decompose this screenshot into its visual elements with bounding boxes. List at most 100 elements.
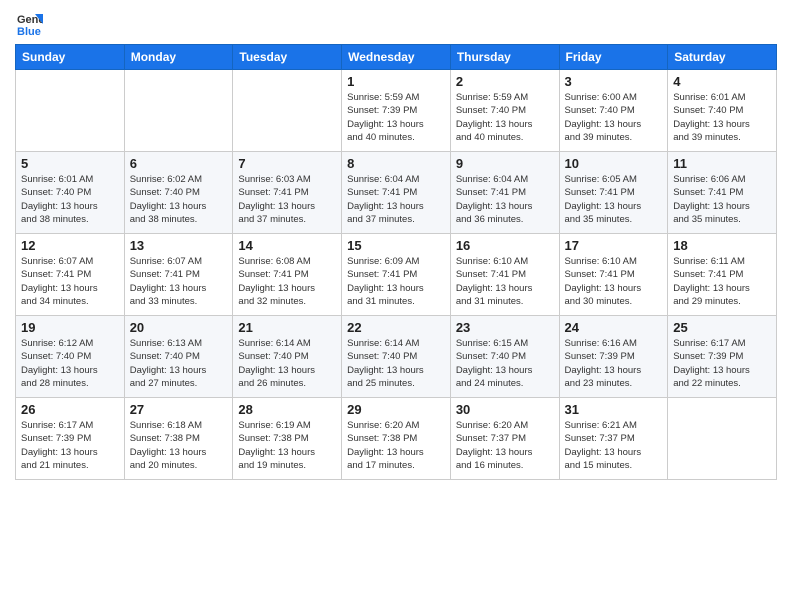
calendar-cell: 26 Sunrise: 6:17 AM Sunset: 7:39 PM Dayli… [16,398,125,480]
day-number: 29 [347,402,445,417]
day-number: 13 [130,238,228,253]
calendar-cell: 5Sunrise: 6:01 AM Sunset: 7:40 PM Daylig… [16,152,125,234]
day-info: Sunrise: 6:16 AM Sunset: 7:39 PM Dayligh… [565,337,663,390]
day-number: 24 [565,320,663,335]
day-number: 20 [130,320,228,335]
day-info: Sunrise: 6:08 AM Sunset: 7:41 PM Dayligh… [238,255,336,308]
weekday-header-thursday: Thursday [450,45,559,70]
day-number: 8 [347,156,445,171]
day-info: Sunrise: 6:06 AM Sunset: 7:41 PM Dayligh… [673,173,771,226]
day-number: 1 [347,74,445,89]
day-number: 11 [673,156,771,171]
calendar-cell [233,70,342,152]
week-row-1: 1 Sunrise: 5:59 AM Sunset: 7:39 PM Daylig… [16,70,777,152]
day-number: 16 [456,238,554,253]
day-number: 28 [238,402,336,417]
day-info: Sunrise: 6:19 AM Sunset: 7:38 PM Dayligh… [238,419,336,472]
day-info: Sunrise: 6:00 AM Sunset: 7:40 PM Dayligh… [565,91,663,144]
day-info: Sunrise: 6:21 AM Sunset: 7:37 PM Dayligh… [565,419,663,472]
week-row-2: 5Sunrise: 6:01 AM Sunset: 7:40 PM Daylig… [16,152,777,234]
logo-icon: General Blue [15,10,43,38]
day-number: 23 [456,320,554,335]
calendar-cell: 1 Sunrise: 5:59 AM Sunset: 7:39 PM Daylig… [342,70,451,152]
calendar-cell: 13 Sunrise: 6:07 AM Sunset: 7:41 PM Dayli… [124,234,233,316]
logo: General Blue [15,10,45,38]
day-info: Sunrise: 6:09 AM Sunset: 7:41 PM Dayligh… [347,255,445,308]
day-number: 26 [21,402,119,417]
calendar-cell: 23 Sunrise: 6:15 AM Sunset: 7:40 PM Dayli… [450,316,559,398]
day-info: Sunrise: 6:20 AM Sunset: 7:38 PM Dayligh… [347,419,445,472]
day-info: Sunrise: 6:01 AM Sunset: 7:40 PM Dayligh… [21,173,119,226]
calendar-cell: 28 Sunrise: 6:19 AM Sunset: 7:38 PM Dayli… [233,398,342,480]
day-number: 15 [347,238,445,253]
calendar-cell: 27Sunrise: 6:18 AM Sunset: 7:38 PM Dayli… [124,398,233,480]
day-number: 21 [238,320,336,335]
weekday-header-saturday: Saturday [668,45,777,70]
day-info: Sunrise: 6:07 AM Sunset: 7:41 PM Dayligh… [130,255,228,308]
calendar-cell: 4 Sunrise: 6:01 AM Sunset: 7:40 PM Daylig… [668,70,777,152]
weekday-header-row: SundayMondayTuesdayWednesdayThursdayFrid… [16,45,777,70]
day-info: Sunrise: 6:20 AM Sunset: 7:37 PM Dayligh… [456,419,554,472]
day-info: Sunrise: 6:11 AM Sunset: 7:41 PM Dayligh… [673,255,771,308]
calendar-cell: 31Sunrise: 6:21 AM Sunset: 7:37 PM Dayli… [559,398,668,480]
day-number: 12 [21,238,119,253]
calendar-cell: 16 Sunrise: 6:10 AM Sunset: 7:41 PM Dayli… [450,234,559,316]
day-info: Sunrise: 6:12 AM Sunset: 7:40 PM Dayligh… [21,337,119,390]
calendar-cell: 12 Sunrise: 6:07 AM Sunset: 7:41 PM Dayli… [16,234,125,316]
day-info: Sunrise: 5:59 AM Sunset: 7:39 PM Dayligh… [347,91,445,144]
weekday-header-wednesday: Wednesday [342,45,451,70]
day-number: 6 [130,156,228,171]
weekday-header-monday: Monday [124,45,233,70]
calendar-cell: 9 Sunrise: 6:04 AM Sunset: 7:41 PM Daylig… [450,152,559,234]
day-info: Sunrise: 6:10 AM Sunset: 7:41 PM Dayligh… [456,255,554,308]
calendar-cell: 15 Sunrise: 6:09 AM Sunset: 7:41 PM Dayli… [342,234,451,316]
day-number: 7 [238,156,336,171]
calendar-cell: 21 Sunrise: 6:14 AM Sunset: 7:40 PM Dayli… [233,316,342,398]
calendar-cell: 19 Sunrise: 6:12 AM Sunset: 7:40 PM Dayli… [16,316,125,398]
week-row-5: 26 Sunrise: 6:17 AM Sunset: 7:39 PM Dayli… [16,398,777,480]
calendar-cell [16,70,125,152]
calendar-cell [124,70,233,152]
calendar: SundayMondayTuesdayWednesdayThursdayFrid… [15,44,777,480]
calendar-cell: 20 Sunrise: 6:13 AM Sunset: 7:40 PM Dayli… [124,316,233,398]
weekday-header-sunday: Sunday [16,45,125,70]
calendar-cell: 18Sunrise: 6:11 AM Sunset: 7:41 PM Dayli… [668,234,777,316]
calendar-cell: 11 Sunrise: 6:06 AM Sunset: 7:41 PM Dayli… [668,152,777,234]
calendar-cell: 22 Sunrise: 6:14 AM Sunset: 7:40 PM Dayli… [342,316,451,398]
day-number: 14 [238,238,336,253]
day-info: Sunrise: 6:17 AM Sunset: 7:39 PM Dayligh… [673,337,771,390]
day-number: 10 [565,156,663,171]
header: General Blue [15,10,777,38]
calendar-cell: 24 Sunrise: 6:16 AM Sunset: 7:39 PM Dayli… [559,316,668,398]
day-info: Sunrise: 6:10 AM Sunset: 7:41 PM Dayligh… [565,255,663,308]
day-number: 3 [565,74,663,89]
day-number: 22 [347,320,445,335]
day-info: Sunrise: 6:14 AM Sunset: 7:40 PM Dayligh… [238,337,336,390]
week-row-4: 19 Sunrise: 6:12 AM Sunset: 7:40 PM Dayli… [16,316,777,398]
week-row-3: 12 Sunrise: 6:07 AM Sunset: 7:41 PM Dayli… [16,234,777,316]
day-number: 19 [21,320,119,335]
calendar-cell: 6 Sunrise: 6:02 AM Sunset: 7:40 PM Daylig… [124,152,233,234]
day-info: Sunrise: 6:14 AM Sunset: 7:40 PM Dayligh… [347,337,445,390]
calendar-cell: 17Sunrise: 6:10 AM Sunset: 7:41 PM Dayli… [559,234,668,316]
day-info: Sunrise: 6:07 AM Sunset: 7:41 PM Dayligh… [21,255,119,308]
day-info: Sunrise: 6:02 AM Sunset: 7:40 PM Dayligh… [130,173,228,226]
calendar-cell: 29 Sunrise: 6:20 AM Sunset: 7:38 PM Dayli… [342,398,451,480]
day-info: Sunrise: 6:15 AM Sunset: 7:40 PM Dayligh… [456,337,554,390]
calendar-cell: 30 Sunrise: 6:20 AM Sunset: 7:37 PM Dayli… [450,398,559,480]
day-info: Sunrise: 6:18 AM Sunset: 7:38 PM Dayligh… [130,419,228,472]
calendar-cell: 2Sunrise: 5:59 AM Sunset: 7:40 PM Daylig… [450,70,559,152]
day-info: Sunrise: 6:01 AM Sunset: 7:40 PM Dayligh… [673,91,771,144]
calendar-cell: 7Sunrise: 6:03 AM Sunset: 7:41 PM Daylig… [233,152,342,234]
calendar-cell: 10 Sunrise: 6:05 AM Sunset: 7:41 PM Dayli… [559,152,668,234]
day-info: Sunrise: 6:13 AM Sunset: 7:40 PM Dayligh… [130,337,228,390]
day-info: Sunrise: 6:04 AM Sunset: 7:41 PM Dayligh… [456,173,554,226]
day-number: 9 [456,156,554,171]
calendar-cell: 14 Sunrise: 6:08 AM Sunset: 7:41 PM Dayli… [233,234,342,316]
day-number: 4 [673,74,771,89]
day-info: Sunrise: 6:05 AM Sunset: 7:41 PM Dayligh… [565,173,663,226]
day-info: Sunrise: 6:17 AM Sunset: 7:39 PM Dayligh… [21,419,119,472]
svg-text:Blue: Blue [17,26,41,38]
day-info: Sunrise: 6:04 AM Sunset: 7:41 PM Dayligh… [347,173,445,226]
day-number: 30 [456,402,554,417]
